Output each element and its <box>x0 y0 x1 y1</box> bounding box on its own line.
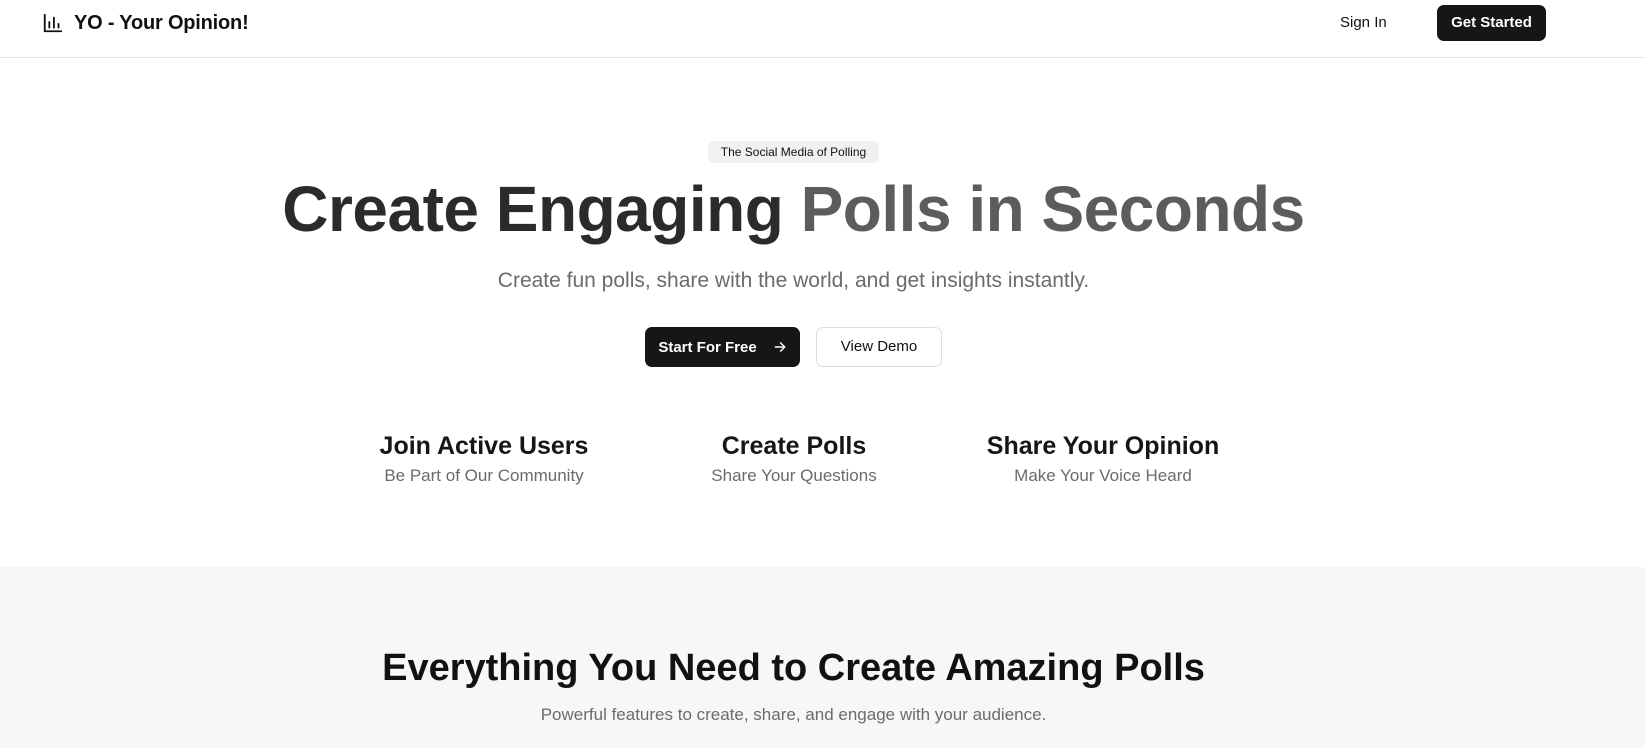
hero-title: Create Engaging Polls in Seconds <box>0 170 1587 248</box>
brand-logo[interactable]: YO - Your Opinion! <box>42 9 249 37</box>
hero-title-part-1: Create Engaging <box>282 173 801 245</box>
get-started-button[interactable]: Get Started <box>1437 5 1546 41</box>
brand-name[interactable]: YO - Your Opinion! <box>74 12 249 35</box>
stat-title: Join Active Users <box>379 432 589 460</box>
bar-chart-icon <box>43 13 63 33</box>
sign-in-link[interactable]: Sign In <box>1340 11 1387 35</box>
stat-item: Share Your Opinion Make Your Voice Heard <box>953 430 1253 488</box>
stat-subtitle: Make Your Voice Heard <box>1014 466 1192 485</box>
stat-item: Join Active Users Be Part of Our Communi… <box>334 430 634 488</box>
hero-subtitle: Create fun polls, share with the world, … <box>497 269 1090 292</box>
features-title: Everything You Need to Create Amazing Po… <box>382 647 1205 689</box>
stat-title: Share Your Opinion <box>986 432 1220 460</box>
stat-title: Create Polls <box>721 432 867 460</box>
stat-item: Create Polls Share Your Questions <box>644 430 944 488</box>
arrow-right-icon <box>774 342 786 352</box>
stat-subtitle: Be Part of Our Community <box>384 466 584 485</box>
start-for-free-button[interactable]: Start For Free <box>645 327 800 367</box>
view-demo-button[interactable]: View Demo <box>816 327 942 367</box>
hero-title-part-2: Polls in Seconds <box>800 173 1306 245</box>
stat-subtitle: Share Your Questions <box>711 466 877 485</box>
features-subtitle: Powerful features to create, share, and … <box>540 705 1047 724</box>
tagline-badge: The Social Media of Polling <box>708 141 879 163</box>
top-nav: YO - Your Opinion! Sign In Get Started <box>0 0 1645 58</box>
start-for-free-label: Start For Free <box>658 338 757 356</box>
